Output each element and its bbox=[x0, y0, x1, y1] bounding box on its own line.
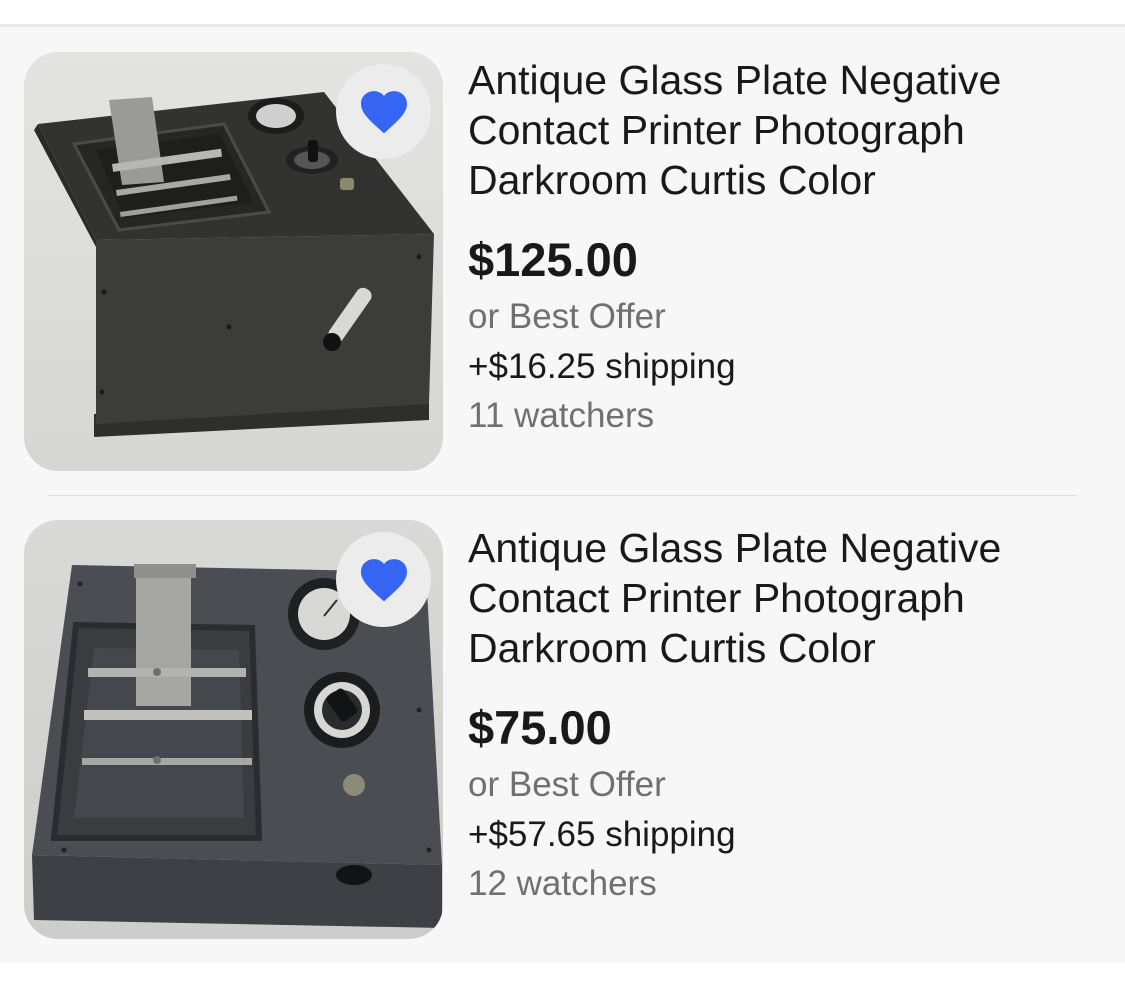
shipping-cost: +$16.25 shipping bbox=[468, 347, 736, 386]
listing-card[interactable]: Antique Glass Plate Negative Contact Pri… bbox=[0, 495, 1125, 963]
buying-format: or Best Offer bbox=[468, 297, 666, 336]
buying-format: or Best Offer bbox=[468, 765, 666, 804]
listing-title[interactable]: Antique Glass Plate Negative Contact Pri… bbox=[468, 523, 1108, 673]
watch-button[interactable] bbox=[336, 532, 431, 627]
listing-card[interactable]: Antique Glass Plate Negative Contact Pri… bbox=[0, 27, 1125, 495]
listing-price: $125.00 bbox=[468, 233, 638, 286]
shipping-cost: +$57.65 shipping bbox=[468, 815, 736, 854]
watchers-count: 11 watchers bbox=[468, 396, 655, 435]
listing-price: $75.00 bbox=[468, 701, 612, 754]
heart-filled-icon bbox=[360, 90, 407, 133]
listing-title[interactable]: Antique Glass Plate Negative Contact Pri… bbox=[468, 55, 1108, 205]
top-bar-area bbox=[0, 0, 1125, 24]
heart-filled-icon bbox=[360, 558, 407, 601]
watchers-count: 12 watchers bbox=[468, 864, 657, 903]
search-results-list: Antique Glass Plate Negative Contact Pri… bbox=[0, 27, 1125, 963]
watch-button[interactable] bbox=[336, 64, 431, 159]
bottom-area bbox=[0, 963, 1125, 983]
